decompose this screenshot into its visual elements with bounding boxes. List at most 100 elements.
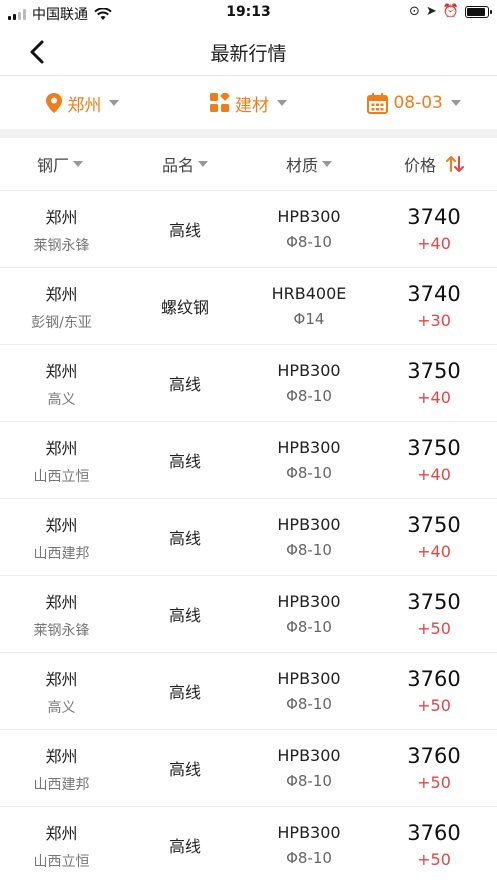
product-name: 高线	[168, 375, 201, 394]
filter-bar: 郑州 建材 08-03	[0, 77, 497, 129]
table-row[interactable]: 郑州山西建邦 高线 HPB300 Φ8-10 3760 +50	[0, 730, 497, 807]
price-value: 3760	[407, 744, 461, 768]
product-name: 高线	[168, 760, 201, 779]
column-mill-label: 钢厂	[37, 156, 70, 175]
material-spec: Φ8-10	[286, 387, 332, 405]
chevron-down-icon	[73, 161, 84, 167]
chevron-down-icon	[198, 161, 208, 167]
column-product-sort[interactable]: 品名	[123, 138, 247, 190]
product-name: 螺纹钢	[160, 298, 209, 317]
price-value: 3750	[407, 590, 461, 614]
city-filter[interactable]: 郑州	[0, 77, 166, 129]
price-change: +50	[417, 696, 451, 715]
mill-name: 彭钢/东亚	[31, 314, 92, 331]
sort-icon	[446, 156, 464, 172]
status-bar: 中国联通 19:13 ⊙ ➤ ⏰	[0, 0, 497, 26]
mill-name: 山西建邦	[33, 545, 90, 562]
product-name: 高线	[168, 221, 201, 240]
material-spec: Φ8-10	[286, 233, 332, 251]
material-grade: HPB300	[277, 669, 341, 688]
page-title: 最新行情	[210, 43, 287, 65]
table-row[interactable]: 郑州 莱钢永锋 高线 HPB300 Φ8-10 3740 +40	[0, 191, 497, 268]
material-spec: Φ8-10	[286, 618, 332, 636]
material-grade: HPB300	[277, 361, 341, 380]
material-grade: HPB300	[277, 823, 341, 842]
mill-city: 郑州	[45, 515, 78, 535]
material-spec: Φ8-10	[286, 464, 332, 482]
material-spec: Φ8-10	[286, 695, 332, 713]
product-name: 高线	[168, 683, 201, 702]
column-product-label: 品名	[161, 156, 194, 175]
column-material-sort[interactable]: 材质	[247, 138, 371, 190]
mill-name: 山西建邦	[33, 776, 90, 793]
column-material-label: 材质	[285, 156, 318, 175]
rotation-lock-icon: ⊙	[409, 4, 420, 19]
price-value: 3750	[407, 359, 461, 383]
mill-name: 山西立恒	[33, 853, 90, 870]
column-mill-sort[interactable]: 钢厂	[0, 138, 123, 190]
product-name: 高线	[168, 529, 201, 548]
section-divider	[0, 129, 497, 138]
product-name: 高线	[168, 837, 201, 856]
price-change: +30	[417, 311, 451, 330]
table-row[interactable]: 郑州 山西立恒 高线 HPB300 Φ8-10 3760 +50	[0, 807, 497, 883]
price-change: +40	[417, 465, 451, 484]
mill-name: 莱钢永锋	[33, 237, 90, 254]
price-value: 3740	[407, 205, 461, 229]
location-arrow-icon: ➤	[425, 4, 437, 19]
calendar-icon	[367, 92, 389, 114]
alarm-icon: ⏰	[442, 4, 459, 19]
mill-name: 高义	[47, 699, 76, 716]
material-grade: HPB300	[277, 746, 341, 765]
price-change: +40	[417, 388, 451, 407]
material-grade: HPB300	[277, 515, 341, 534]
material-grade: HRB400E	[271, 284, 347, 303]
price-change: +40	[417, 234, 451, 253]
battery-icon	[465, 5, 492, 18]
mill-city: 郑州	[45, 361, 78, 381]
date-filter-label: 08-03	[393, 93, 443, 113]
product-name: 高线	[168, 452, 201, 471]
mill-name: 山西立恒	[33, 468, 90, 485]
material-grade: HPB300	[277, 438, 341, 457]
mill-city: 郑州	[45, 438, 78, 458]
mill-city: 郑州	[45, 284, 78, 304]
price-list: 郑州 莱钢永锋 高线 HPB300 Φ8-10 3740 +40 郑州 彭钢/东亚 螺纹…	[0, 191, 497, 883]
table-row[interactable]: 郑州山西建邦 高线 HPB300 Φ8-10 3750 +40	[0, 499, 497, 576]
mill-city: 郑州	[45, 207, 78, 227]
category-grid-icon	[210, 93, 230, 112]
mill-city: 郑州	[45, 823, 78, 843]
price-change: +50	[417, 619, 451, 638]
price-value: 3740	[407, 282, 461, 306]
price-change: +50	[417, 773, 451, 792]
table-row[interactable]: 郑州彭钢/东亚 螺纹钢 HRB400E Φ14 3740 +30	[0, 268, 497, 345]
material-spec: Φ8-10	[286, 849, 332, 867]
mill-city: 郑州	[45, 669, 78, 689]
material-grade: HPB300	[277, 592, 341, 611]
column-price-sort[interactable]: 价格	[371, 138, 497, 190]
mill-city: 郑州	[45, 746, 78, 766]
price-value: 3750	[407, 513, 461, 537]
table-row[interactable]: 郑州莱钢永锋 高线 HPB300 Φ8-10 3750 +50	[0, 576, 497, 653]
chevron-down-icon	[277, 100, 287, 106]
material-spec: Φ8-10	[286, 772, 332, 790]
chevron-down-icon	[322, 161, 332, 167]
table-row[interactable]: 郑州高义 高线 HPB300 Φ8-10 3760 +50	[0, 653, 497, 730]
mill-city: 郑州	[45, 592, 78, 612]
product-name: 高线	[168, 606, 201, 625]
column-price-label: 价格	[403, 156, 436, 175]
table-row[interactable]: 郑州 山西立恒 高线 HPB300 Φ8-10 3750 +40	[0, 422, 497, 499]
price-value: 3760	[407, 821, 461, 845]
table-header: 钢厂 品名 材质 价格	[0, 138, 497, 191]
price-value: 3760	[407, 667, 461, 691]
mill-name: 高义	[47, 391, 76, 408]
category-filter-label: 建材	[235, 95, 269, 116]
table-row[interactable]: 郑州高义 高线 HPB300 Φ8-10 3750 +40	[0, 345, 497, 422]
date-filter[interactable]: 08-03	[331, 77, 497, 129]
category-filter[interactable]: 建材	[166, 77, 332, 129]
mill-name: 莱钢永锋	[33, 622, 90, 639]
price-change: +40	[417, 542, 451, 561]
chevron-down-icon	[109, 100, 120, 106]
material-spec: Φ8-10	[286, 541, 332, 559]
material-spec: Φ14	[293, 310, 325, 328]
